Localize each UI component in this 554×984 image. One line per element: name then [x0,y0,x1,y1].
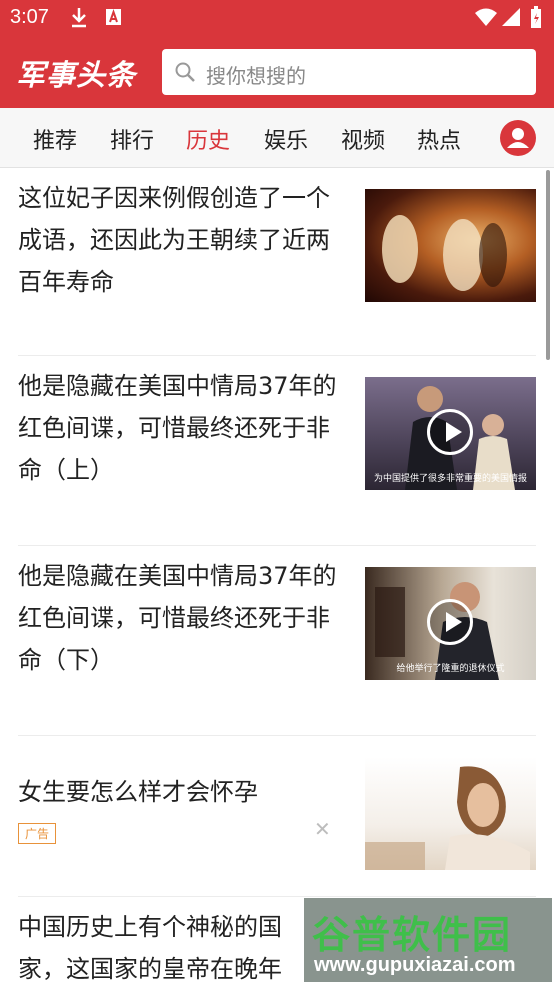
tab-recommend[interactable]: 推荐 [33,123,77,155]
video-thumbnail[interactable]: 给他举行了隆重的退休仪式 [365,567,536,680]
search-box[interactable]: 搜你想搜的 [162,49,536,95]
feed-item-title[interactable]: 女生要怎么样才会怀孕 [18,771,338,813]
news-feed: 这位妃子因来例假创造了一个成语，还因此为王朝续了近两百年寿命 他是隐藏在美国中情… [0,169,554,984]
tab-history[interactable]: 历史 [186,123,230,155]
tab-video[interactable]: 视频 [341,123,385,155]
feed-item-thumbnail[interactable] [365,189,536,302]
close-icon[interactable]: ✕ [314,817,331,841]
watermark: 谷普软件园 www.gupuxiazai.com [304,898,552,982]
thumbnail-figures [365,766,530,870]
thumbnail-caption: 为中国提供了很多非常重要的美国情报 [373,474,527,484]
status-time: 3:07 [10,6,49,28]
feed-item-title[interactable]: 这位妃子因来例假创造了一个成语，还因此为王朝续了近两百年寿命 [18,177,338,303]
wifi-icon [475,8,497,26]
thumbnail-figures [382,215,507,291]
user-avatar-button[interactable] [500,120,536,156]
feed-item-title[interactable]: 中国历史上有个神秘的国家，这国家的皇帝在晚年 [18,906,318,984]
watermark-url: www.gupuxiazai.com [314,954,516,976]
play-button[interactable] [427,599,473,645]
play-button[interactable] [427,409,473,455]
tab-hot[interactable]: 热点 [417,123,461,155]
thumbnail-caption: 给他举行了隆重的退休仪式 [396,664,505,674]
feed-item-title[interactable]: 他是隐藏在美国中情局37年的红色间谍，可惜最终还死于非命（下） [18,555,338,681]
ad-badge: 广告 [18,823,57,844]
tab-entertainment[interactable]: 娱乐 [264,123,308,155]
category-tabs: 推荐 排行 历史 娱乐 视频 热点 [0,108,554,168]
tab-ranking[interactable]: 排行 [110,123,154,155]
user-icon [507,128,529,148]
search-icon [175,62,195,82]
feed-item[interactable]: 他是隐藏在美国中情局37年的红色间谍，可惜最终还死于非命（上） 为中国提供了很多… [18,357,536,546]
feed-item-thumbnail[interactable] [365,757,536,870]
watermark-logo: 谷普软件园 [312,913,513,957]
feed-item[interactable]: 他是隐藏在美国中情局37年的红色间谍，可惜最终还死于非命（下） 给他举行了隆重的… [18,547,536,736]
feed-item[interactable]: 这位妃子因来例假创造了一个成语，还因此为王朝续了近两百年寿命 [18,169,536,356]
search-placeholder: 搜你想搜的 [206,64,306,88]
download-icon [72,8,86,28]
scrollbar[interactable] [546,170,550,360]
feed-item-ad[interactable]: 女生要怎么样才会怀孕 广告 ✕ [18,737,536,897]
app-notification-icon [106,8,121,25]
app-logo: 军事头条 [16,58,137,92]
app-header: 军事头条 搜你想搜的 [0,38,554,108]
feed-item-title[interactable]: 他是隐藏在美国中情局37年的红色间谍，可惜最终还死于非命（上） [18,365,338,491]
status-bar: 3:07 [0,0,554,38]
signal-icon [502,8,520,26]
video-thumbnail[interactable]: 为中国提供了很多非常重要的美国情报 [365,377,536,490]
battery-icon [531,6,541,28]
